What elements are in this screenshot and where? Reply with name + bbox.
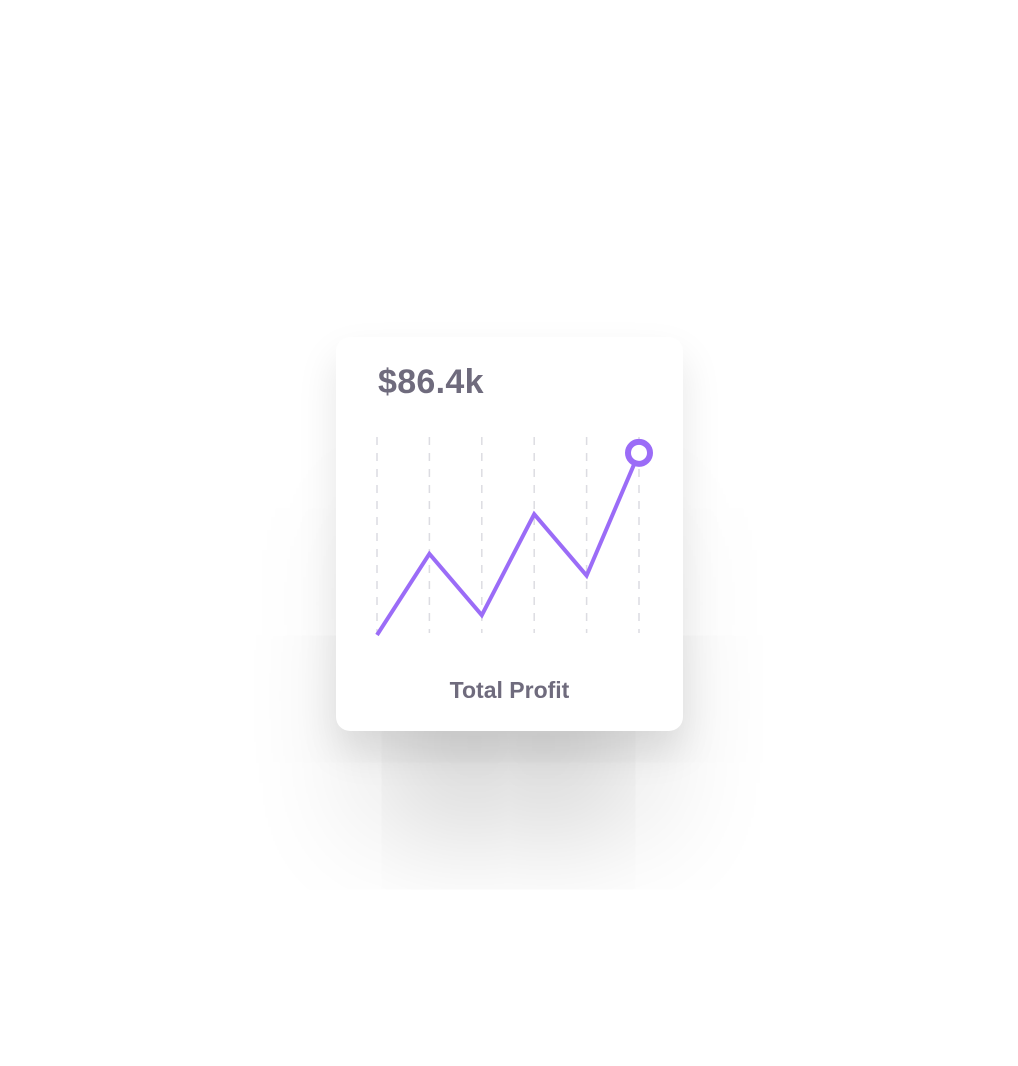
chart-series — [375, 438, 653, 637]
profit-card: $86.4k Total Profit — [336, 337, 683, 731]
profit-line-chart — [375, 437, 653, 637]
total-profit-label: Total Profit — [449, 677, 570, 703]
highlight-point — [625, 438, 653, 467]
stage: $86.4k Total Profit — [0, 0, 1018, 1066]
series-line — [375, 452, 641, 637]
chart-grid — [376, 437, 640, 633]
